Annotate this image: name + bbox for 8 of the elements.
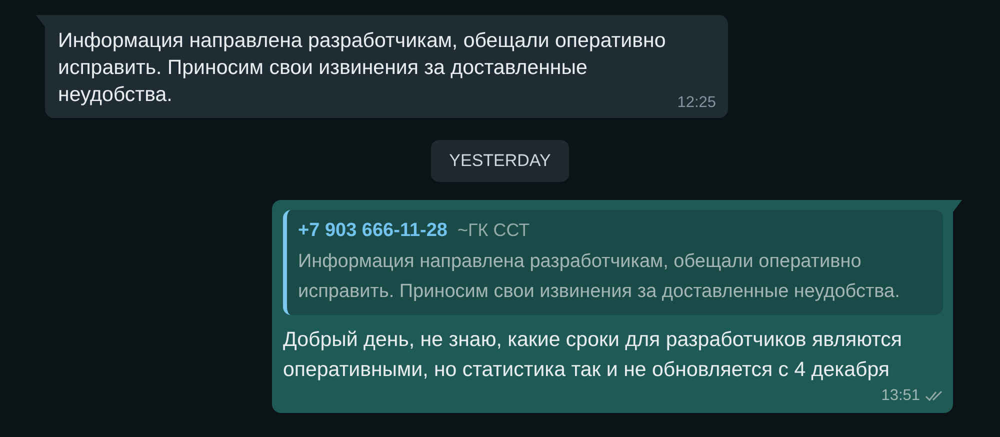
message-time: 13:51 xyxy=(881,387,920,405)
quoted-message[interactable]: +7 903 666-11-28 ~ГК ССТ Информация направлена разработчикам, обещали оперативно исправить. Приносим свои извинения за доставленные неудобства. xyxy=(283,210,943,315)
message-text: Добрый день, не знаю, какие сроки для разработчиков являются оперативными, но статистика так и не обновляется с 4 декабря xyxy=(283,327,904,383)
message-text: Информация направлена разработчикам, обещали оперативно исправить. Приносим свои извинения за доставленные неудобства. xyxy=(58,28,667,108)
message-time: 12:25 xyxy=(677,94,716,112)
quote-author: +7 903 666-11-28 xyxy=(298,219,448,243)
quote-text: Информация направлена разработчикам, обещали оперативно исправить. Приносим свои извинения за доставленные неудобства. xyxy=(298,250,901,304)
quote-group: ~ГК ССТ xyxy=(458,218,530,242)
